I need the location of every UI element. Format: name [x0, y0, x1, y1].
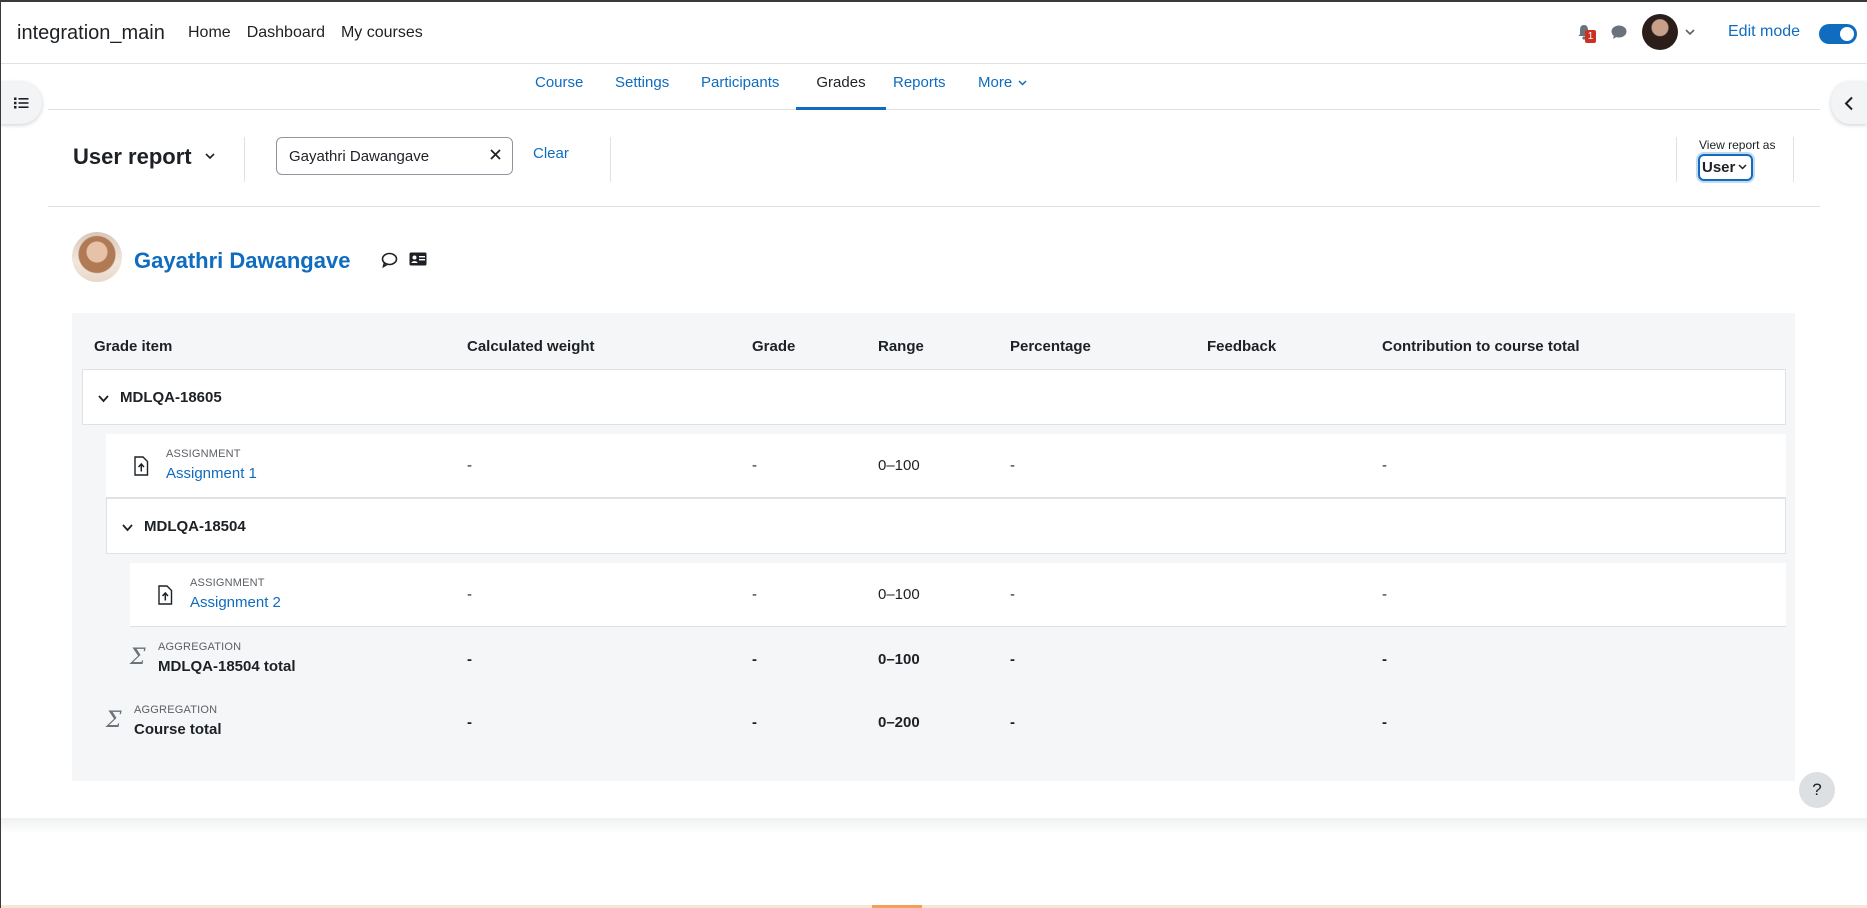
user-search-input[interactable]: Gayathri Dawangave	[276, 137, 513, 175]
calculated-weight-cell: -	[467, 714, 472, 731]
toolbar-divider	[1676, 137, 1677, 182]
item-type-label: AGGREGATION	[134, 704, 218, 716]
footer	[0, 818, 1867, 908]
table-row	[106, 434, 1786, 498]
user-search-value: Gayathri Dawangave	[289, 148, 430, 165]
column-header-percentage: Percentage	[1010, 338, 1091, 355]
nav-dashboard[interactable]: Dashboard	[247, 24, 325, 42]
toolbar-divider	[1793, 137, 1794, 182]
category-name: MDLQA-18504	[144, 518, 246, 535]
tab-grades[interactable]: Grades	[796, 64, 886, 110]
item-type-label: ASSIGNMENT	[190, 577, 265, 589]
sigma-icon: Σ	[106, 708, 122, 733]
item-type-label: ASSIGNMENT	[166, 448, 241, 460]
secondary-nav: Course Settings Participants Grades Repo…	[48, 64, 1820, 110]
contribution-cell: -	[1382, 651, 1387, 668]
calculated-weight-cell: -	[467, 651, 472, 668]
column-header-contribution: Contribution to course total	[1382, 338, 1580, 355]
chevron-down-icon[interactable]	[1685, 29, 1695, 36]
tab-more[interactable]: More	[978, 64, 1027, 110]
chevron-left-icon	[1844, 96, 1853, 110]
percentage-cell: -	[1010, 586, 1015, 603]
user-profile-link[interactable]: Gayathri Dawangave	[134, 248, 350, 274]
category-row	[106, 498, 1786, 554]
grade-cell: -	[752, 714, 757, 731]
top-navbar: integration_main Home Dashboard My cours…	[0, 0, 1867, 64]
calculated-weight-cell: -	[467, 586, 472, 603]
nav-home[interactable]: Home	[188, 24, 231, 42]
edit-mode-label: Edit mode	[1728, 23, 1801, 40]
chevron-down-icon	[1018, 80, 1027, 86]
range-cell: 0–200	[878, 714, 920, 731]
nav-my-courses[interactable]: My courses	[341, 24, 423, 42]
course-index-drawer-toggle[interactable]	[0, 82, 42, 124]
percentage-cell: -	[1010, 651, 1015, 668]
column-header-feedback: Feedback	[1207, 338, 1277, 355]
assignment-icon	[134, 456, 149, 476]
category-total-name: MDLQA-18504 total	[158, 658, 296, 675]
grade-cell: -	[752, 651, 757, 668]
primary-nav: Home Dashboard My courses	[188, 24, 423, 42]
id-card-icon[interactable]	[409, 252, 427, 266]
messages-icon[interactable]	[1611, 25, 1627, 40]
report-selector-title[interactable]: User report	[73, 144, 192, 170]
range-cell: 0–100	[878, 457, 920, 474]
calculated-weight-cell: -	[467, 457, 472, 474]
contribution-cell: -	[1382, 457, 1387, 474]
column-header-grade: Grade	[752, 338, 796, 355]
tab-course[interactable]: Course	[535, 64, 583, 110]
tab-participants[interactable]: Participants	[701, 64, 779, 110]
user-menu-avatar[interactable]	[1642, 14, 1678, 50]
edit-mode-toggle[interactable]	[1819, 24, 1857, 44]
view-report-as-value: User	[1702, 159, 1736, 176]
tab-more-label: More	[978, 74, 1013, 91]
table-row	[130, 563, 1786, 627]
toolbar-divider	[610, 137, 611, 182]
report-toolbar: User report Gayathri Dawangave Clear Vie…	[48, 110, 1820, 207]
contribution-cell: -	[1382, 714, 1387, 731]
tab-reports[interactable]: Reports	[893, 64, 946, 110]
range-cell: 0–100	[878, 586, 920, 603]
column-header-calculated-weight: Calculated weight	[467, 338, 595, 355]
close-icon[interactable]	[489, 148, 502, 161]
sigma-icon: Σ	[130, 645, 146, 670]
category-name: MDLQA-18605	[120, 389, 222, 406]
notification-count-badge: 1	[1585, 30, 1596, 43]
grade-cell: -	[752, 586, 757, 603]
contribution-cell: -	[1382, 586, 1387, 603]
chevron-down-icon	[1738, 164, 1747, 170]
course-total-name: Course total	[134, 721, 222, 738]
range-cell: 0–100	[878, 651, 920, 668]
percentage-cell: -	[1010, 457, 1015, 474]
chevron-down-icon[interactable]	[205, 153, 215, 160]
user-avatar[interactable]	[72, 232, 122, 282]
percentage-cell: -	[1010, 714, 1015, 731]
column-header-range: Range	[878, 338, 924, 355]
view-report-as-label: View report as	[1699, 138, 1776, 152]
assignment-link[interactable]: Assignment 1	[166, 465, 257, 482]
column-header-grade-item: Grade item	[94, 338, 173, 355]
help-button[interactable]: ?	[1799, 772, 1835, 808]
assignment-icon	[158, 585, 173, 605]
block-drawer-toggle[interactable]	[1831, 82, 1867, 124]
message-user-icon[interactable]	[381, 252, 398, 268]
toolbar-divider	[244, 137, 245, 182]
clear-search-link[interactable]: Clear	[533, 145, 569, 162]
category-row	[82, 369, 1786, 425]
chevron-down-icon[interactable]	[98, 395, 109, 403]
assignment-link[interactable]: Assignment 2	[190, 594, 281, 611]
view-report-as-select[interactable]: User	[1698, 154, 1753, 181]
list-icon	[13, 97, 28, 109]
item-type-label: AGGREGATION	[158, 641, 242, 653]
chevron-down-icon[interactable]	[122, 524, 133, 532]
grade-cell: -	[752, 457, 757, 474]
tab-settings[interactable]: Settings	[615, 64, 669, 110]
site-brand[interactable]: integration_main	[17, 22, 165, 45]
